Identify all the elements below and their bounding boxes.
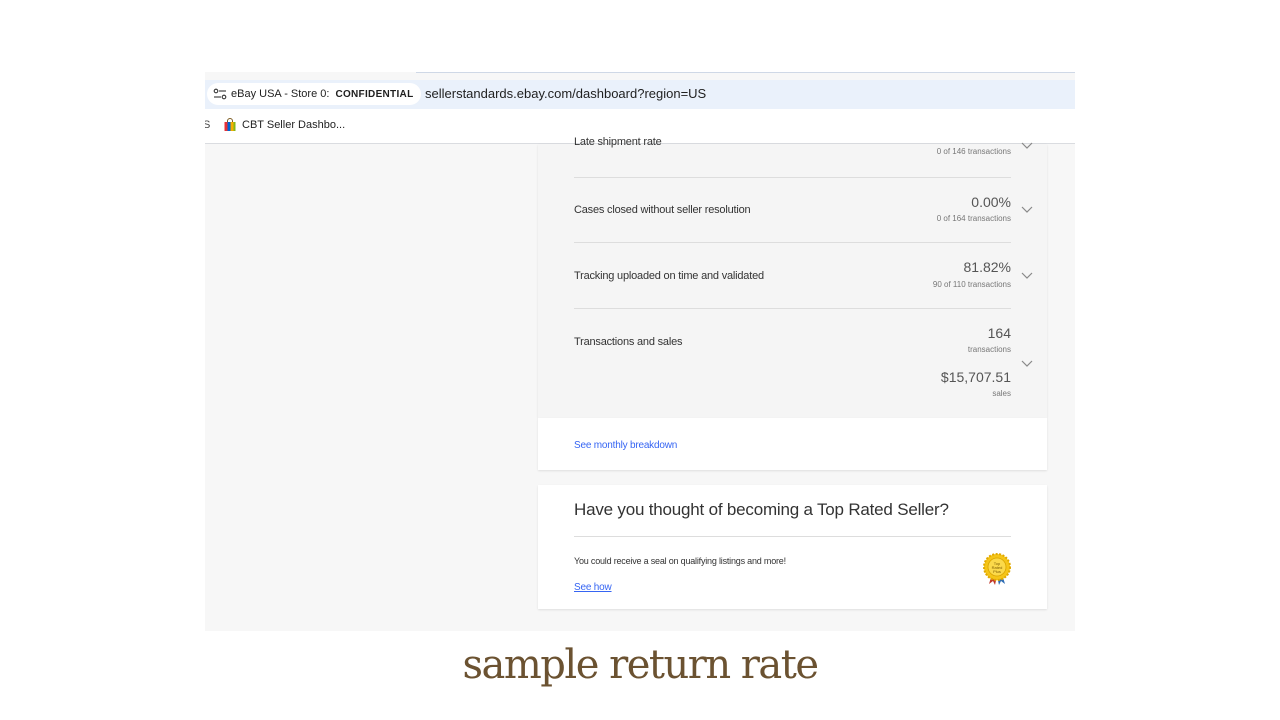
top-rated-title: Have you thought of becoming a Top Rated… bbox=[574, 500, 949, 519]
confidential-badge: CONFIDENTIAL bbox=[335, 88, 414, 100]
metric-row-cases-closed[interactable]: Cases closed without seller resolution 0… bbox=[574, 193, 1011, 233]
site-info-chip[interactable]: eBay USA - Store 0: CONFIDENTIAL bbox=[207, 83, 422, 105]
screenshot: eBay USA - Store 0: CONFIDENTIAL sellers… bbox=[205, 72, 1075, 631]
metric-value: 0.00% bbox=[971, 194, 1011, 210]
shopping-bag-icon bbox=[224, 118, 236, 131]
metric-label: Late shipment rate bbox=[574, 136, 662, 148]
metric-value: 164 bbox=[987, 325, 1011, 341]
metric-value: 81.82% bbox=[963, 259, 1011, 275]
metric-sub-sales: sales bbox=[992, 389, 1011, 398]
metric-row-late-shipment[interactable]: Late shipment rate 0 of 146 transactions bbox=[574, 136, 1011, 200]
metric-row-tracking-uploaded[interactable]: Tracking uploaded on time and validated … bbox=[574, 259, 1011, 299]
see-monthly-breakdown-link[interactable]: See monthly breakdown bbox=[574, 440, 677, 451]
metrics-card: Late shipment rate 0 of 146 transactions… bbox=[538, 136, 1047, 418]
top-rated-seller-card: Have you thought of becoming a Top Rated… bbox=[538, 485, 1047, 609]
metric-label: Tracking uploaded on time and validated bbox=[574, 270, 764, 282]
divider bbox=[574, 536, 1011, 537]
chevron-down-icon[interactable] bbox=[1021, 272, 1033, 280]
chevron-down-icon[interactable] bbox=[1021, 360, 1033, 368]
metric-sub: transactions bbox=[967, 345, 1011, 354]
caption: sample return rate bbox=[462, 642, 819, 688]
metric-value-sales: $15,707.51 bbox=[940, 369, 1011, 385]
address-top-line bbox=[416, 72, 1075, 73]
site-name: eBay USA - Store 0: bbox=[231, 88, 330, 100]
bookmark-label: CBT Seller Dashbo... bbox=[242, 119, 346, 131]
metric-sub: 0 of 146 transactions bbox=[936, 147, 1011, 156]
tune-icon bbox=[213, 88, 227, 100]
divider bbox=[574, 308, 1011, 309]
divider bbox=[574, 177, 1011, 178]
top-rated-seal-icon: Top Rated Plus bbox=[983, 553, 1011, 585]
chevron-down-icon[interactable] bbox=[1021, 142, 1033, 150]
metric-sub: 0 of 164 transactions bbox=[936, 214, 1011, 223]
see-how-link[interactable]: See how bbox=[574, 582, 612, 593]
metric-sub: 90 of 110 transactions bbox=[932, 280, 1011, 289]
chevron-down-icon[interactable] bbox=[1021, 206, 1033, 214]
bookmark-truncated[interactable]: S bbox=[205, 119, 210, 131]
url-text[interactable]: sellerstandards.ebay.com/dashboard?regio… bbox=[425, 86, 706, 101]
top-rated-description: You could receive a seal on qualifying l… bbox=[574, 556, 786, 566]
metric-label: Transactions and sales bbox=[574, 336, 683, 348]
metric-label: Cases closed without seller resolution bbox=[574, 204, 751, 216]
metric-row-transactions-sales[interactable]: Transactions and sales 164 transactions … bbox=[574, 325, 1011, 415]
divider bbox=[574, 242, 1011, 243]
bookmark-cbt-seller-dashboard[interactable]: CBT Seller Dashbo... bbox=[223, 118, 345, 132]
breakdown-card: See monthly breakdown bbox=[538, 418, 1047, 470]
svg-text:Plus: Plus bbox=[993, 569, 1001, 574]
